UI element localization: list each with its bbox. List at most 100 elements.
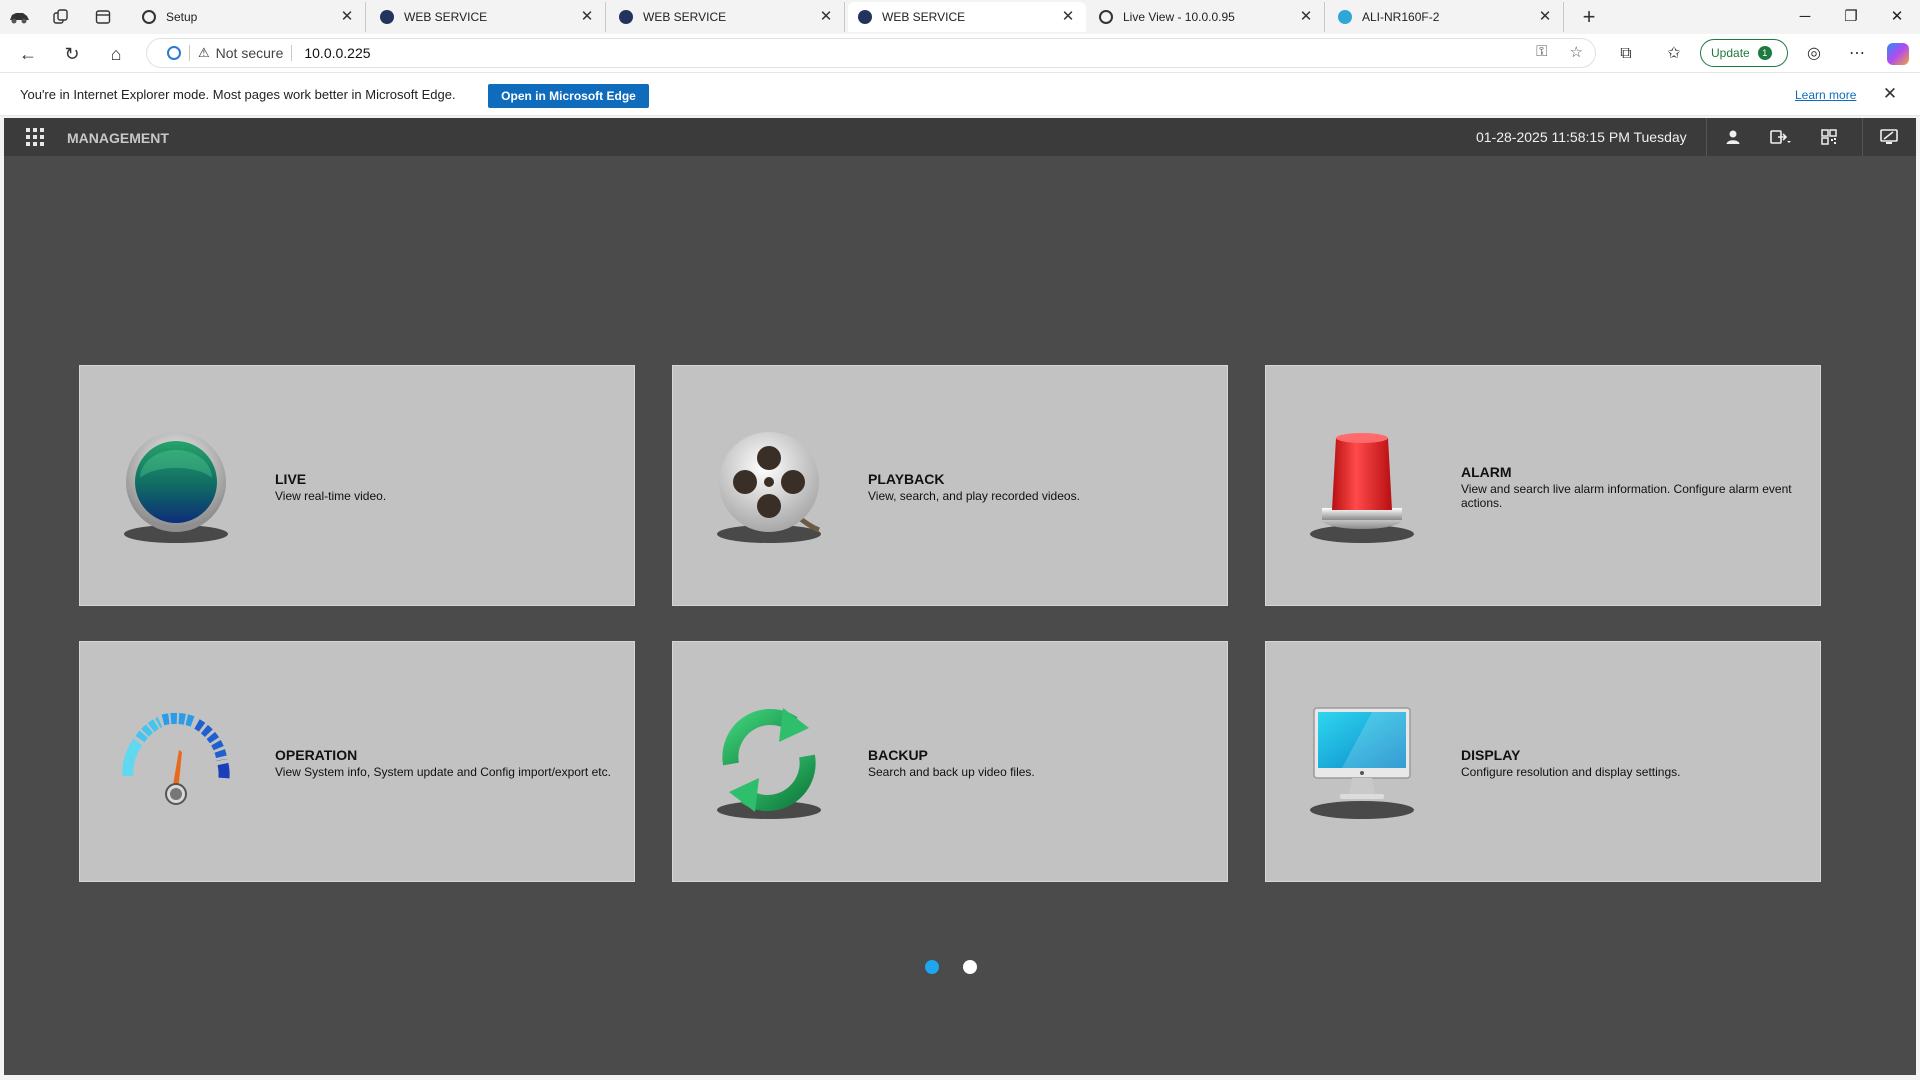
tab-title: ALI-NR160F-2 (1362, 10, 1440, 24)
close-icon[interactable]: ✕ (1298, 9, 1314, 25)
close-window-button[interactable]: ✕ (1874, 0, 1920, 34)
close-icon[interactable]: ✕ (579, 9, 595, 25)
page-indicator (925, 960, 977, 974)
card-alarm[interactable]: ALARM View and search live alarm informa… (1265, 365, 1821, 606)
close-icon[interactable]: ✕ (818, 9, 834, 25)
card-text: PLAYBACK View, search, and play recorded… (868, 366, 1213, 607)
qr-code-icon[interactable] (1816, 124, 1842, 150)
tab-web-service-1[interactable]: WEB SERVICE ✕ (370, 2, 606, 32)
close-icon[interactable]: ✕ (1537, 9, 1553, 25)
close-icon[interactable]: ✕ (339, 9, 355, 25)
tab-title: WEB SERVICE (882, 10, 966, 24)
card-title: PLAYBACK (868, 470, 945, 487)
live-orb-icon (124, 432, 228, 543)
logout-icon[interactable] (1768, 124, 1794, 150)
infobar-message: You're in Internet Explorer mode. Most p… (20, 87, 456, 102)
profile-car-icon[interactable] (8, 6, 30, 28)
app-grid-icon[interactable] (26, 128, 44, 146)
card-backup[interactable]: BACKUP Search and back up video files. (672, 641, 1228, 882)
page-dot-2[interactable] (963, 960, 977, 974)
more-options-icon[interactable]: ⋯ (1843, 40, 1871, 68)
page-dot-1[interactable] (925, 960, 939, 974)
ie-favicon-icon (142, 10, 156, 24)
close-icon[interactable]: ✕ (1880, 84, 1900, 104)
security-status[interactable]: Not secure (216, 45, 284, 61)
divider (189, 45, 190, 61)
warning-icon: ⚠ (198, 45, 210, 60)
favorites-icon[interactable]: ✩ (1660, 40, 1688, 68)
card-operation[interactable]: OPERATION View System info, System updat… (79, 641, 635, 882)
card-title: BACKUP (868, 746, 928, 763)
alarm-siren-icon (1310, 433, 1414, 543)
vertical-tabs-icon[interactable] (92, 6, 114, 28)
card-description: View System info, System update and Conf… (275, 764, 611, 779)
update-label: Update (1711, 46, 1750, 60)
update-button[interactable]: Update 1 (1700, 39, 1788, 67)
card-title: ALARM (1461, 463, 1512, 480)
page-title: MANAGEMENT (67, 130, 169, 146)
extensions-icon[interactable]: ⧉ (1612, 40, 1640, 68)
home-button[interactable]: ⌂ (102, 40, 130, 68)
monitor-icon[interactable] (1876, 124, 1902, 150)
divider (1862, 118, 1863, 156)
update-badge: 1 (1757, 46, 1772, 60)
card-text: ALARM View and search live alarm informa… (1461, 366, 1806, 607)
tab-title: Live View - 10.0.0.95 (1123, 10, 1235, 24)
restore-button[interactable]: ❐ (1828, 0, 1874, 34)
card-text: BACKUP Search and back up video files. (868, 642, 1213, 883)
globe-favicon-icon (380, 10, 394, 24)
tab-live-view[interactable]: Live View - 10.0.0.95 ✕ (1089, 2, 1325, 32)
dvr-web-app: MANAGEMENT 01-28-2025 11:58:15 PM Tuesda… (4, 118, 1916, 1075)
ie-mode-icon[interactable] (167, 46, 181, 60)
card-description: View real-time video. (275, 488, 387, 503)
card-description: Search and back up video files. (868, 764, 1035, 779)
tab-title: WEB SERVICE (643, 10, 727, 24)
browser-tab-strip: Setup ✕ WEB SERVICE ✕ WEB SERVICE ✕ WEB … (0, 0, 1920, 34)
tab-title: Setup (166, 10, 198, 24)
star-icon[interactable]: ☆ (1570, 43, 1583, 61)
card-title: OPERATION (275, 746, 358, 763)
key-icon[interactable]: ⚿ (1536, 43, 1547, 61)
workspaces-icon[interactable] (50, 6, 72, 28)
tab-setup[interactable]: Setup ✕ (132, 2, 366, 32)
display-monitor-icon (1310, 707, 1414, 819)
card-text: OPERATION View System info, System updat… (275, 642, 620, 883)
close-icon[interactable]: ✕ (1060, 9, 1076, 25)
card-text: LIVE View real-time video. (275, 366, 620, 607)
tab-web-service-active[interactable]: WEB SERVICE ✕ (848, 2, 1086, 32)
tab-title: WEB SERVICE (404, 10, 488, 24)
new-tab-button[interactable]: + (1576, 4, 1602, 30)
divider (1706, 118, 1707, 156)
url-text[interactable]: 10.0.0.225 (304, 45, 370, 61)
card-text: DISPLAY Configure resolution and display… (1461, 642, 1806, 883)
gear-favicon-icon (1338, 10, 1352, 24)
refresh-button[interactable]: ↻ (58, 40, 86, 68)
browser-essentials-icon[interactable]: ◎ (1800, 40, 1828, 68)
datetime-display: 01-28-2025 11:58:15 PM Tuesday (1476, 129, 1687, 145)
sync-arrows-icon (717, 708, 821, 819)
card-display[interactable]: DISPLAY Configure resolution and display… (1265, 641, 1821, 882)
gauge-icon (122, 712, 230, 805)
card-description: Configure resolution and display setting… (1461, 764, 1681, 779)
tab-ali-nr160f[interactable]: ALI-NR160F-2 ✕ (1328, 2, 1564, 32)
app-header: MANAGEMENT 01-28-2025 11:58:15 PM Tuesda… (4, 118, 1916, 156)
tab-web-service-2[interactable]: WEB SERVICE ✕ (609, 2, 845, 32)
divider (291, 45, 293, 61)
film-reel-icon (717, 432, 821, 543)
back-button[interactable]: ← (14, 40, 42, 68)
user-icon[interactable] (1720, 124, 1746, 150)
ie-favicon-icon (1099, 10, 1113, 24)
ie-mode-infobar: You're in Internet Explorer mode. Most p… (0, 72, 1920, 116)
open-in-edge-button[interactable]: Open in Microsoft Edge (488, 84, 649, 108)
learn-more-link[interactable]: Learn more (1795, 88, 1856, 102)
card-playback[interactable]: PLAYBACK View, search, and play recorded… (672, 365, 1228, 606)
card-description: View and search live alarm information. … (1461, 481, 1792, 510)
card-live[interactable]: LIVE View real-time video. (79, 365, 635, 606)
globe-favicon-icon (619, 10, 633, 24)
copilot-icon[interactable] (1887, 43, 1909, 65)
card-title: LIVE (275, 470, 307, 487)
card-title: DISPLAY (1461, 746, 1521, 763)
globe-favicon-icon (858, 10, 872, 24)
minimize-button[interactable]: ─ (1782, 0, 1828, 34)
address-bar[interactable]: ⚠ Not secure 10.0.0.225 ⚿ ☆ (146, 38, 1596, 68)
